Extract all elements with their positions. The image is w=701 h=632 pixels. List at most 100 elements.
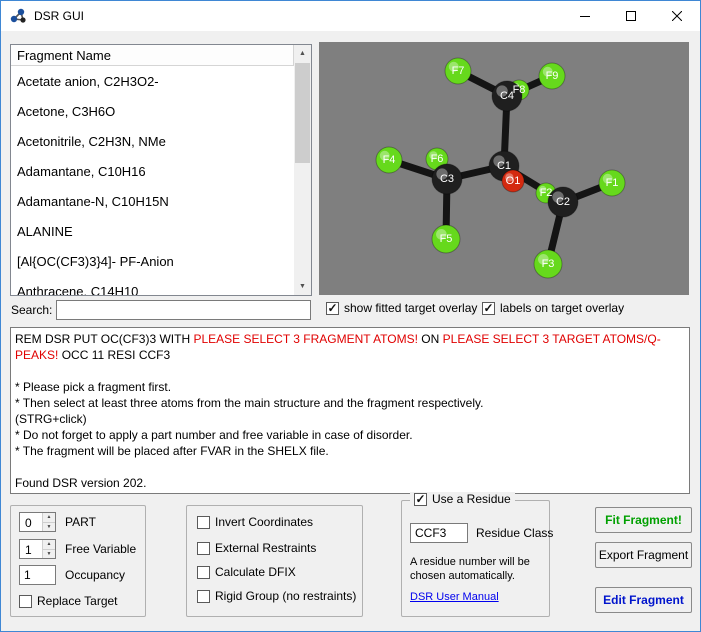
- atom-label-F9: F9: [546, 70, 559, 82]
- window-controls: [562, 1, 700, 31]
- free-variable-value: 1: [20, 540, 42, 558]
- checkbox-box: [19, 595, 32, 608]
- external-restraints-checkbox[interactable]: External Restraints: [197, 541, 316, 555]
- edit-fragment-button[interactable]: Edit Fragment: [595, 587, 692, 613]
- molecule-svg: F8 F6 F2 F7 F9 C4 F4 C3 C1 O1 F1 C2 F5 F3: [319, 42, 689, 295]
- fragment-list-header[interactable]: Fragment Name: [11, 45, 294, 66]
- console-line: PEAKS! OCC 11 RESI CCF3: [15, 347, 685, 363]
- console-line: Found DSR version 202.: [15, 475, 685, 491]
- list-item[interactable]: Acetonitrile, C2H3N, NMe: [11, 127, 294, 157]
- console-line: * Then select at least three atoms from …: [15, 395, 685, 411]
- list-item[interactable]: Anthracene, C14H10: [11, 277, 294, 295]
- labels-on-overlay-checkbox[interactable]: labels on target overlay: [482, 301, 624, 315]
- free-variable-spin-up-arrow[interactable]: ▲: [43, 540, 55, 550]
- titlebar[interactable]: DSR GUI: [1, 1, 700, 31]
- console-line: * The fragment will be placed after FVAR…: [15, 443, 685, 459]
- list-item[interactable]: Acetone, C3H6O: [11, 97, 294, 127]
- atom-label-C2: C2: [556, 196, 570, 208]
- rigid-group-checkbox[interactable]: Rigid Group (no restraints): [197, 589, 356, 603]
- show-fitted-overlay-checkbox[interactable]: show fitted target overlay: [326, 301, 477, 315]
- atom-label-F3: F3: [542, 258, 555, 270]
- use-residue-checkbox[interactable]: Use a Residue: [410, 492, 515, 506]
- part-spinner[interactable]: 0 ▲ ▼: [19, 512, 56, 532]
- atom-label-F2: F2: [540, 187, 553, 199]
- checkbox-label: Rigid Group (no restraints): [215, 589, 356, 603]
- atom-label-F7: F7: [452, 65, 465, 77]
- scroll-up-arrow-icon[interactable]: ▲: [294, 45, 311, 62]
- list-item[interactable]: Adamantane-N, C10H15N: [11, 187, 294, 217]
- atom-label-F4: F4: [383, 154, 396, 166]
- checkbox-label: labels on target overlay: [500, 301, 624, 315]
- invert-coordinates-checkbox[interactable]: Invert Coordinates: [197, 515, 313, 529]
- residue-note-line2: chosen automatically.: [410, 569, 530, 583]
- maximize-button[interactable]: [608, 1, 654, 31]
- residue-note-line1: A residue number will be: [410, 555, 530, 569]
- replace-target-checkbox[interactable]: Replace Target: [19, 594, 118, 608]
- minimize-button[interactable]: [562, 1, 608, 31]
- part-options-group: 0 ▲ ▼ PART 1 ▲ ▼ Free Variable: [10, 505, 146, 617]
- dsr-gui-window: DSR GUI Fragment Name Acetate anion, C2H…: [0, 0, 701, 632]
- checkbox-box: [197, 542, 210, 555]
- checkbox-box: [197, 516, 210, 529]
- console-output: REM DSR PUT OC(CF3)3 WITH PLEASE SELECT …: [10, 327, 690, 494]
- atom-label-F5: F5: [440, 233, 453, 245]
- scrollbar-thumb[interactable]: [295, 63, 310, 163]
- list-item[interactable]: [Al{OC(CF3)3}4]- PF-Anion: [11, 247, 294, 277]
- fragment-list-scrollbar[interactable]: ▲ ▼: [294, 45, 311, 295]
- molecule-viewer[interactable]: F8 F6 F2 F7 F9 C4 F4 C3 C1 O1 F1 C2 F5 F3: [319, 42, 689, 295]
- residue-class-label: Residue Class: [476, 526, 553, 540]
- residue-note: A residue number will be chosen automati…: [410, 555, 530, 583]
- free-variable-spin-down-arrow[interactable]: ▼: [43, 550, 55, 559]
- part-spin-up-arrow[interactable]: ▲: [43, 513, 55, 523]
- list-item[interactable]: ALANINE: [11, 217, 294, 247]
- atom-label-F6: F6: [431, 153, 444, 165]
- console-line: * Please pick a fragment first.: [15, 379, 685, 395]
- window-title: DSR GUI: [34, 9, 84, 23]
- part-value: 0: [20, 513, 42, 531]
- atom-label-C3: C3: [440, 173, 454, 185]
- export-fragment-button[interactable]: Export Fragment: [595, 542, 692, 568]
- checkbox-label: External Restraints: [215, 541, 316, 555]
- list-item[interactable]: Acetate anion, C2H3O2-: [11, 67, 294, 97]
- maximize-icon: [626, 11, 636, 21]
- atom-label-O1: O1: [506, 175, 521, 187]
- free-variable-label: Free Variable: [65, 542, 136, 556]
- checkbox-label: Calculate DFIX: [215, 565, 296, 579]
- fragment-list: Fragment Name Acetate anion, C2H3O2- Ace…: [10, 44, 312, 296]
- atom-label-F8: F8: [513, 84, 526, 96]
- console-line: (STRG+click): [15, 411, 685, 427]
- fit-fragment-button[interactable]: Fit Fragment!: [595, 507, 692, 533]
- checkbox-box: [326, 302, 339, 315]
- client-area: Fragment Name Acetate anion, C2H3O2- Ace…: [1, 31, 700, 631]
- console-line: REM DSR PUT OC(CF3)3 WITH PLEASE SELECT …: [15, 331, 685, 347]
- checkbox-box: [414, 493, 427, 506]
- list-item[interactable]: Adamantane, C10H16: [11, 157, 294, 187]
- part-label: PART: [65, 515, 96, 529]
- checkbox-box: [197, 566, 210, 579]
- app-icon: [9, 7, 27, 25]
- console-line: [15, 363, 685, 379]
- residue-class-input[interactable]: [410, 523, 468, 543]
- dsr-user-manual-link[interactable]: DSR User Manual: [410, 591, 499, 603]
- atom-label-C1: C1: [497, 160, 511, 172]
- fragment-list-body: Acetate anion, C2H3O2- Acetone, C3H6O Ac…: [11, 67, 294, 295]
- checkbox-box: [197, 590, 210, 603]
- search-label: Search:: [11, 303, 52, 317]
- checkbox-label: show fitted target overlay: [344, 301, 477, 315]
- free-variable-spinner[interactable]: 1 ▲ ▼: [19, 539, 56, 559]
- occupancy-input[interactable]: [19, 565, 56, 585]
- atom-label-C4: C4: [500, 90, 514, 102]
- scroll-down-arrow-icon[interactable]: ▼: [294, 278, 311, 295]
- close-icon: [672, 11, 682, 21]
- restraint-options-group: Invert Coordinates External Restraints C…: [186, 505, 363, 617]
- minimize-icon: [580, 11, 590, 21]
- checkbox-label: Invert Coordinates: [215, 515, 313, 529]
- close-button[interactable]: [654, 1, 700, 31]
- atom-label-F1: F1: [606, 177, 619, 189]
- calculate-dfix-checkbox[interactable]: Calculate DFIX: [197, 565, 296, 579]
- occupancy-label: Occupancy: [65, 568, 125, 582]
- part-spin-down-arrow[interactable]: ▼: [43, 523, 55, 532]
- checkbox-label: Replace Target: [37, 594, 118, 608]
- checkbox-label: Use a Residue: [432, 492, 511, 506]
- search-input[interactable]: [56, 300, 311, 320]
